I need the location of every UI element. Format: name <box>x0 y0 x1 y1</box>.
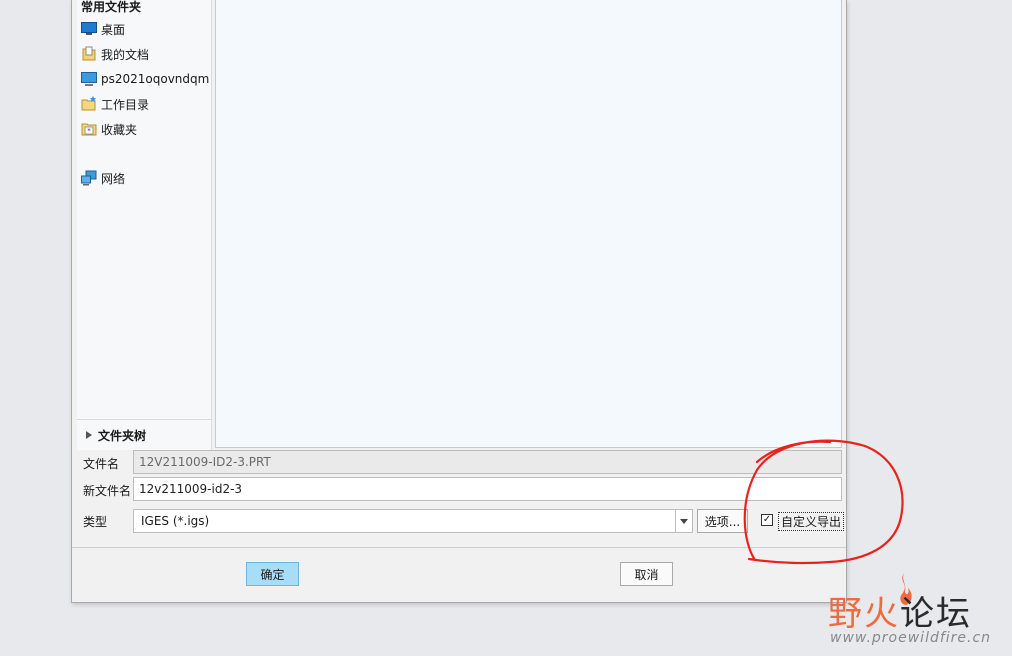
options-button[interactable]: 选项... <box>697 509 748 533</box>
sidebar-item-favorites[interactable]: * 收藏夹 <box>81 119 211 139</box>
type-label: 类型 <box>83 515 108 529</box>
favorites-icon: * <box>81 121 97 137</box>
file-type-value: IGES (*.igs) <box>141 514 210 528</box>
desktop-icon <box>81 21 97 37</box>
new-filename-label: 新文件名 <box>83 484 132 498</box>
ok-button[interactable]: 确定 <box>246 562 299 586</box>
watermark: 野火论坛 www.proewildfire.cn <box>822 572 1002 652</box>
expand-triangle-icon <box>86 431 92 439</box>
sidebar-item-label: ps2021oqovndqm <box>101 72 210 86</box>
sidebar-item-my-documents[interactable]: 我的文档 <box>81 44 211 64</box>
sidebar-item-computer[interactable]: ps2021oqovndqm <box>81 69 211 89</box>
watermark-title: 野火论坛 <box>828 594 972 634</box>
sidebar-item-label: 我的文档 <box>101 47 150 62</box>
sidebar-item-label: 桌面 <box>101 22 126 37</box>
folder-tree-toggle[interactable]: 文件夹树 <box>77 419 212 450</box>
custom-export-label[interactable]: 自定义导出 <box>778 512 845 531</box>
sidebar-item-desktop[interactable]: 桌面 <box>81 19 211 39</box>
working-directory-icon <box>81 96 97 112</box>
sidebar-item-network[interactable]: 网络 <box>81 168 211 188</box>
footer-divider <box>72 547 846 548</box>
sidebar-item-label: 网络 <box>101 171 126 186</box>
new-filename-input[interactable]: 12v211009-id2-3 <box>133 477 842 501</box>
favorites-sidebar: 常用文件夹 桌面 我的文档 ps2021oqovndqm 工作目录 * 收藏夹 … <box>77 0 212 450</box>
computer-icon <box>81 71 97 87</box>
sidebar-heading: 常用文件夹 <box>81 0 142 14</box>
svg-text:*: * <box>87 127 91 135</box>
network-icon <box>81 170 97 186</box>
custom-export-checkbox[interactable]: ✓ <box>761 514 773 526</box>
filename-label: 文件名 <box>83 457 120 471</box>
watermark-url: www.proewildfire.cn <box>830 630 992 646</box>
chevron-down-icon[interactable] <box>675 510 692 532</box>
filename-field: 12V211009-ID2-3.PRT <box>133 450 842 474</box>
sidebar-item-label: 工作目录 <box>101 97 150 112</box>
file-type-select[interactable]: IGES (*.igs) <box>133 509 693 533</box>
documents-icon <box>81 46 97 62</box>
sidebar-item-working-directory[interactable]: 工作目录 <box>81 94 211 114</box>
sidebar-item-label: 收藏夹 <box>101 122 138 137</box>
save-copy-dialog: 常用文件夹 桌面 我的文档 ps2021oqovndqm 工作目录 * 收藏夹 … <box>71 0 847 603</box>
cancel-button[interactable]: 取消 <box>620 562 673 586</box>
file-list-pane[interactable] <box>215 0 842 448</box>
folder-tree-label: 文件夹树 <box>98 428 147 443</box>
